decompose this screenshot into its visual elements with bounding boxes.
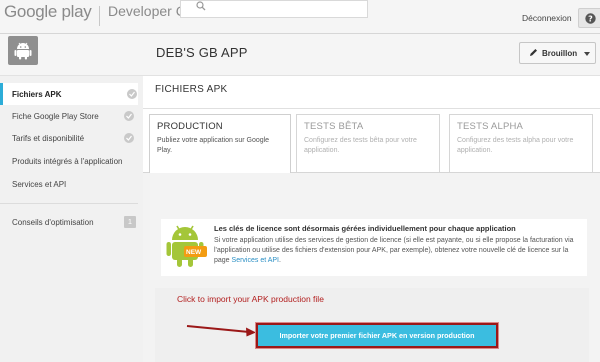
arrow-right-icon bbox=[186, 325, 256, 337]
help-button[interactable]: ? bbox=[578, 8, 600, 28]
top-bar: Google play Developer Console Déconnexio… bbox=[0, 0, 600, 34]
tab-title: TESTS ALPHA bbox=[457, 121, 524, 132]
google-play-logo[interactable]: Google play bbox=[4, 2, 92, 22]
android-new-icon bbox=[166, 225, 207, 267]
tab-description: Publiez votre application sur Google Pla… bbox=[157, 137, 270, 154]
app-icon bbox=[8, 36, 38, 65]
status-label: Brouillon bbox=[542, 49, 578, 58]
sidebar-item-in-app-products[interactable]: Produits intégrés à l'application bbox=[0, 150, 138, 172]
track-tabs: PRODUCTION Publiez votre application sur… bbox=[143, 109, 600, 174]
help-icon: ? bbox=[585, 13, 596, 24]
sidebar-item-store-listing[interactable]: Fiche Google Play Store bbox=[0, 105, 138, 127]
notice-text-end: . bbox=[279, 257, 281, 264]
import-panel: Click to import your APK production file… bbox=[155, 288, 589, 362]
sidebar-divider bbox=[0, 203, 138, 204]
tab-alpha-testing[interactable]: TESTS ALPHA Configurez des tests alpha p… bbox=[449, 114, 593, 173]
search-icon bbox=[196, 1, 206, 11]
sidebar-item-label: Produits intégrés à l'application bbox=[12, 157, 123, 166]
annotation-text: Click to import your APK production file bbox=[177, 294, 324, 304]
app-header: DEB'S GB APP Brouillon bbox=[0, 34, 600, 76]
sidebar-item-label: Fichiers APK bbox=[12, 90, 62, 99]
tab-title: PRODUCTION bbox=[157, 121, 223, 132]
pencil-icon bbox=[530, 49, 537, 56]
tab-production[interactable]: PRODUCTION Publiez votre application sur… bbox=[149, 114, 291, 174]
new-badge: NEW bbox=[186, 249, 202, 256]
tab-description: Configurez des tests bêta pour votre app… bbox=[304, 137, 417, 154]
sidebar-item-services-api[interactable]: Services et API bbox=[0, 173, 138, 195]
check-icon bbox=[124, 133, 134, 143]
count-badge: 1 bbox=[124, 216, 136, 228]
status-dropdown-button[interactable]: Brouillon bbox=[519, 42, 596, 64]
sidebar-item-pricing[interactable]: Tarifs et disponibilité bbox=[0, 127, 138, 149]
check-icon bbox=[127, 89, 137, 99]
tab-description: Configurez des tests alpha pour votre ap… bbox=[457, 137, 574, 154]
logout-link[interactable]: Déconnexion bbox=[522, 13, 572, 23]
sidebar-item-label: Tarifs et disponibilité bbox=[12, 134, 85, 143]
sidebar-item-label: Services et API bbox=[12, 180, 67, 189]
android-icon bbox=[14, 42, 32, 60]
logo-divider bbox=[99, 6, 100, 26]
check-icon bbox=[124, 111, 134, 121]
main-panel: FICHIERS APK PRODUCTION Publiez votre ap… bbox=[143, 76, 600, 362]
sidebar: Fichiers APK Fiche Google Play Store Tar… bbox=[0, 80, 138, 362]
tab-title: TESTS BÊTA bbox=[304, 121, 364, 132]
tab-beta-testing[interactable]: TESTS BÊTA Configurez des tests bêta pou… bbox=[296, 114, 440, 173]
chevron-down-icon bbox=[584, 52, 590, 56]
sidebar-item-label: Conseils d'optimisation bbox=[12, 218, 94, 227]
page-title: FICHIERS APK bbox=[155, 84, 228, 95]
app-title: DEB'S GB APP bbox=[156, 45, 248, 60]
svg-text:?: ? bbox=[588, 14, 593, 23]
license-key-notice: NEW Les clés de licence sont désormais g… bbox=[161, 219, 587, 276]
sidebar-item-optimization-tips[interactable]: Conseils d'optimisation 1 bbox=[0, 211, 138, 233]
search-input[interactable] bbox=[180, 0, 368, 18]
services-api-link[interactable]: Services et API bbox=[232, 257, 279, 264]
import-apk-button[interactable]: Importer votre premier fichier APK en ve… bbox=[256, 323, 498, 348]
notice-title: Les clés de licence sont désormais gérée… bbox=[214, 224, 516, 233]
notice-body: Si votre application utilise des service… bbox=[214, 236, 582, 266]
sidebar-item-label: Fiche Google Play Store bbox=[12, 112, 99, 121]
sidebar-item-apk-files[interactable]: Fichiers APK bbox=[0, 83, 138, 105]
